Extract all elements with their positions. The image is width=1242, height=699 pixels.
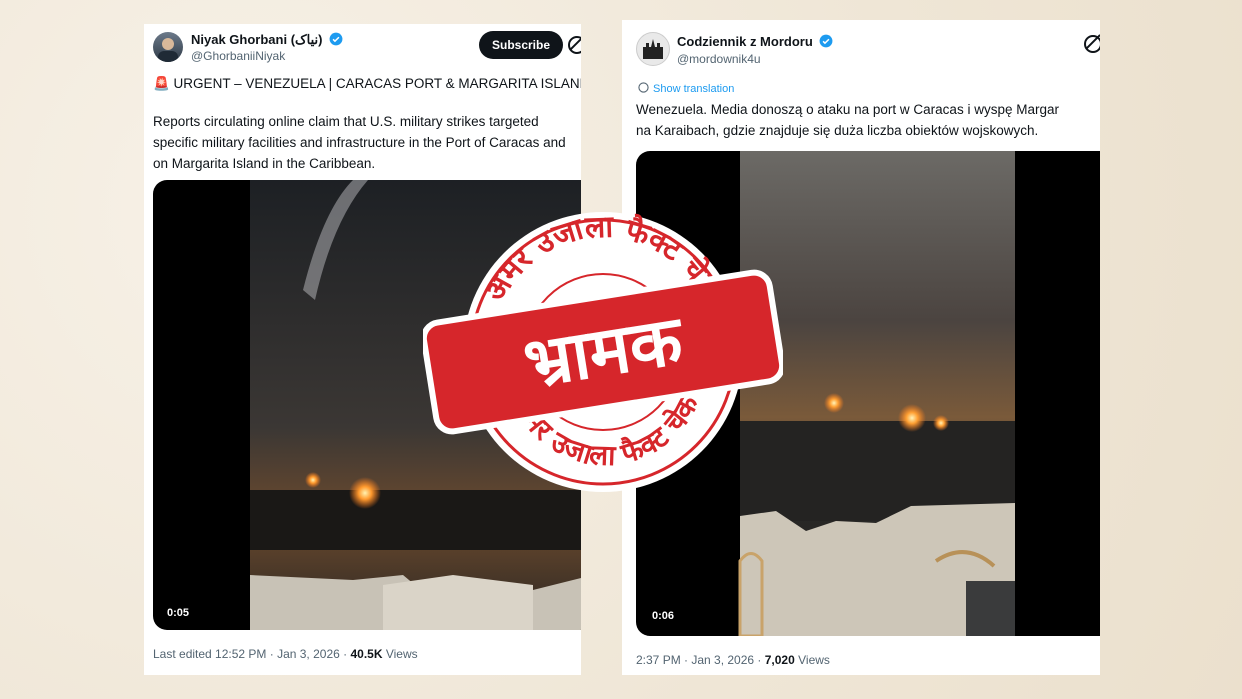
show-translation-label[interactable]: Show translation [653, 83, 734, 95]
fact-check-stamp-graphic: अमर उजाला फैक्ट चेक अमर उजाला फैक्ट चेक … [420, 210, 786, 492]
views-label: Views [382, 647, 418, 661]
tweet-body-line-1: Reports circulating online claim that U.… [153, 114, 539, 129]
verified-badge-icon [819, 34, 833, 48]
tweet-body-line-3: on Margarita Island in the Caribbean. [153, 156, 376, 171]
author-name-row[interactable]: Codziennik z Mordoru [677, 34, 833, 49]
translate-globe-icon [638, 82, 649, 93]
fact-check-stamp: अमर उजाला फैक्ट चेक अमर उजाला फैक्ट चेक … [420, 197, 786, 507]
author-name[interactable]: Niyak Ghorbani (نیاک) [191, 32, 323, 47]
tweet-meta: Last edited 12:52 PM · Jan 3, 2026 · 40.… [153, 647, 418, 661]
avatar[interactable] [636, 32, 670, 66]
views-count: 7,020 [764, 653, 795, 667]
views-label: Views [794, 653, 830, 667]
video-timestamp: 0:06 [648, 608, 679, 624]
video-timestamp: 0:05 [163, 605, 194, 621]
avatar-person-icon [158, 38, 178, 62]
tweet-meta-date: 2:37 PM · Jan 3, 2026 · [636, 653, 765, 667]
tweet-body-line-2: na Karaibach, gdzie znajduje się duża li… [636, 123, 1039, 138]
author-handle[interactable]: @mordownik4u [677, 52, 761, 66]
subscribe-button[interactable]: Subscribe [479, 31, 564, 59]
show-translation-link[interactable]: Show translation [638, 82, 734, 95]
tweet-meta-date: Last edited 12:52 PM · Jan 3, 2026 · [153, 647, 351, 661]
tweet-headline: 🚨 URGENT – VENEZUELA | CARACAS PORT & MA… [153, 76, 581, 91]
views-count: 40.5K [350, 647, 383, 661]
author-handle[interactable]: @GhorbaniiNiyak [191, 49, 285, 63]
author-name[interactable]: Codziennik z Mordoru [677, 34, 813, 49]
grok-icon[interactable] [568, 36, 581, 54]
grok-icon[interactable] [1084, 35, 1100, 53]
avatar-castle-icon [643, 39, 663, 59]
tweet-meta: 2:37 PM · Jan 3, 2026 · 7,020 Views [636, 653, 830, 667]
avatar[interactable] [153, 32, 183, 62]
tweet-body-line-2: specific military facilities and infrast… [153, 135, 566, 150]
verified-badge-icon [329, 32, 343, 46]
tweet-body-line-1: Wenezuela. Media donoszą o ataku na port… [636, 102, 1059, 117]
author-name-row[interactable]: Niyak Ghorbani (نیاک) [191, 32, 343, 48]
